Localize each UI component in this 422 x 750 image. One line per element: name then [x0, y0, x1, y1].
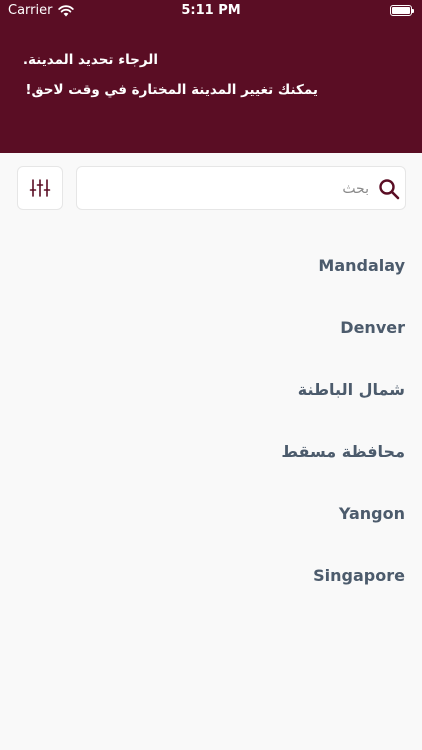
search-icon[interactable]	[377, 177, 401, 201]
sliders-icon	[29, 179, 51, 197]
search-bar[interactable]	[76, 166, 406, 210]
city-item-denver[interactable]: Denver	[0, 296, 422, 358]
select-city-prompt: الرجاء تحديد المدينة.	[22, 52, 158, 68]
filter-button[interactable]	[17, 166, 63, 210]
city-item-muscat[interactable]: محافظة مسقط	[0, 420, 422, 482]
city-item-mandalay[interactable]: Mandalay	[0, 234, 422, 296]
city-item-yangon[interactable]: Yangon	[0, 482, 422, 544]
city-list: Mandalay Denver شمال الباطنة محافظة مسقط…	[0, 234, 422, 606]
status-bar: Carrier 5:11 PM	[0, 0, 422, 22]
city-item-north-batinah[interactable]: شمال الباطنة	[0, 358, 422, 420]
city-item-singapore[interactable]: Singapore	[0, 544, 422, 606]
header-banner: Carrier 5:11 PM الرجاء تحديد المدينة. يم…	[0, 0, 422, 153]
battery-icon	[390, 5, 414, 16]
change-city-later-note: يمكنك تغيير المدينة المختارة في وقت لاحق…	[25, 82, 318, 98]
search-input[interactable]	[89, 174, 369, 204]
status-time: 5:11 PM	[181, 3, 241, 18]
